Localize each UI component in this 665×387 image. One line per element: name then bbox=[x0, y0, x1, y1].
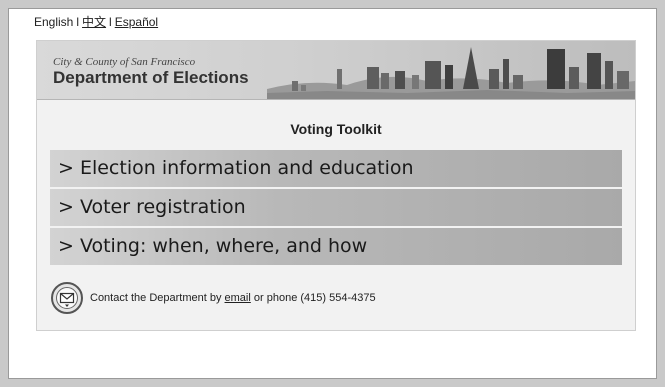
language-separator: l bbox=[109, 15, 112, 29]
menu-item-voting-when-where-how[interactable]: > Voting: when, where, and how bbox=[50, 228, 622, 265]
department-banner: City & County of San Francisco Departmen… bbox=[37, 41, 635, 100]
envelope-icon[interactable] bbox=[51, 282, 83, 314]
contact-line: Contact the Department by email or phone… bbox=[51, 282, 611, 316]
language-english: English bbox=[34, 15, 74, 29]
language-chinese-link[interactable]: 中文 bbox=[82, 15, 106, 29]
toolkit-title: Voting Toolkit bbox=[290, 121, 382, 137]
voting-toolkit-widget: City & County of San Francisco Departmen… bbox=[36, 40, 636, 331]
language-selector: English l 中文 l Español bbox=[34, 13, 158, 30]
menu-item-election-information[interactable]: > Election information and education bbox=[50, 150, 622, 187]
envelope-icon-graphic bbox=[56, 287, 78, 309]
contact-phone: or phone (415) 554-4375 bbox=[253, 292, 376, 304]
contact-prefix: Contact the Department by bbox=[90, 292, 222, 304]
language-spanish-link[interactable]: Español bbox=[115, 15, 158, 29]
language-separator: l bbox=[76, 15, 80, 29]
contact-text: Contact the Department by email or phone… bbox=[90, 292, 376, 304]
banner-city-name: City & County of San Francisco bbox=[53, 56, 196, 68]
banner-department-name: Department of Elections bbox=[53, 68, 249, 87]
email-link[interactable]: email bbox=[225, 292, 251, 304]
toolkit-menu: > Election information and education > V… bbox=[50, 150, 622, 267]
skyline-image bbox=[267, 47, 635, 99]
page-frame: English l 中文 l Español City & County of San … bbox=[8, 8, 657, 379]
menu-item-voter-registration[interactable]: > Voter registration bbox=[50, 189, 622, 226]
